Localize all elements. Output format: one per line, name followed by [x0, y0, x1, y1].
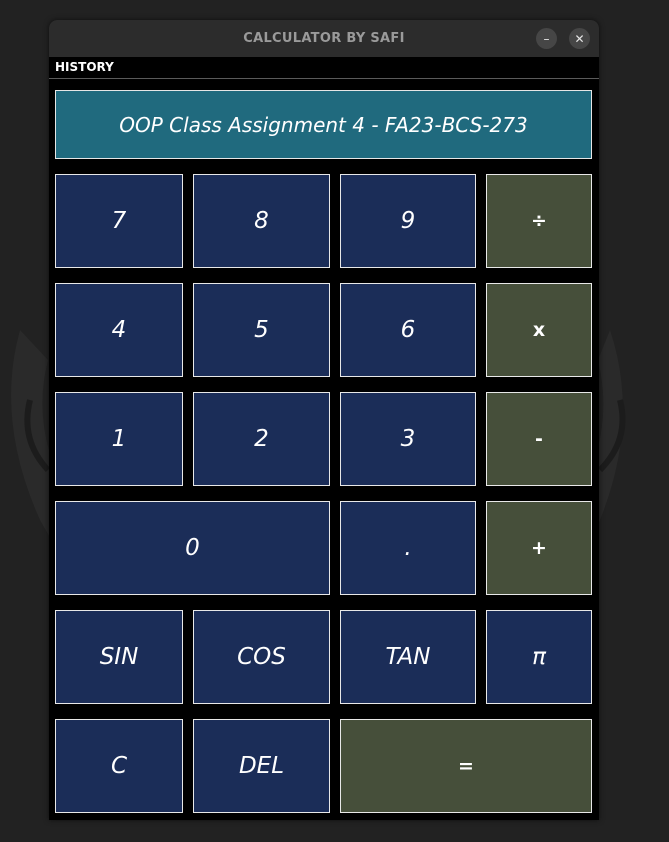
digit-0-button[interactable]: 0	[55, 501, 330, 595]
delete-button[interactable]: DEL	[193, 719, 330, 813]
history-menu[interactable]: HISTORY	[55, 60, 114, 74]
window-title: CALCULATOR BY SAFI	[243, 31, 405, 46]
cos-button[interactable]: COS	[193, 610, 330, 704]
clear-button[interactable]: C	[55, 719, 183, 813]
subtract-button[interactable]: -	[486, 392, 592, 486]
close-icon[interactable]: ✕	[569, 28, 590, 49]
add-button[interactable]: +	[486, 501, 592, 595]
multiply-button[interactable]: x	[486, 283, 592, 377]
digit-1-button[interactable]: 1	[55, 392, 183, 486]
minimize-icon[interactable]: –	[536, 28, 557, 49]
menu-bar: HISTORY	[49, 57, 599, 79]
digit-2-button[interactable]: 2	[193, 392, 330, 486]
digit-6-button[interactable]: 6	[340, 283, 476, 377]
divide-button[interactable]: ÷	[486, 174, 592, 268]
tan-button[interactable]: TAN	[340, 610, 476, 704]
calculator-window: CALCULATOR BY SAFI – ✕ HISTORY OOP Class…	[49, 20, 599, 820]
title-bar[interactable]: CALCULATOR BY SAFI – ✕	[49, 20, 599, 57]
digit-7-button[interactable]: 7	[55, 174, 183, 268]
calculator-display: OOP Class Assignment 4 - FA23-BCS-273	[55, 90, 592, 159]
digit-4-button[interactable]: 4	[55, 283, 183, 377]
sin-button[interactable]: SIN	[55, 610, 183, 704]
digit-8-button[interactable]: 8	[193, 174, 330, 268]
digit-3-button[interactable]: 3	[340, 392, 476, 486]
digit-5-button[interactable]: 5	[193, 283, 330, 377]
pi-button[interactable]: π	[486, 610, 592, 704]
digit-9-button[interactable]: 9	[340, 174, 476, 268]
decimal-point-button[interactable]: .	[340, 501, 476, 595]
equals-button[interactable]: =	[340, 719, 592, 813]
